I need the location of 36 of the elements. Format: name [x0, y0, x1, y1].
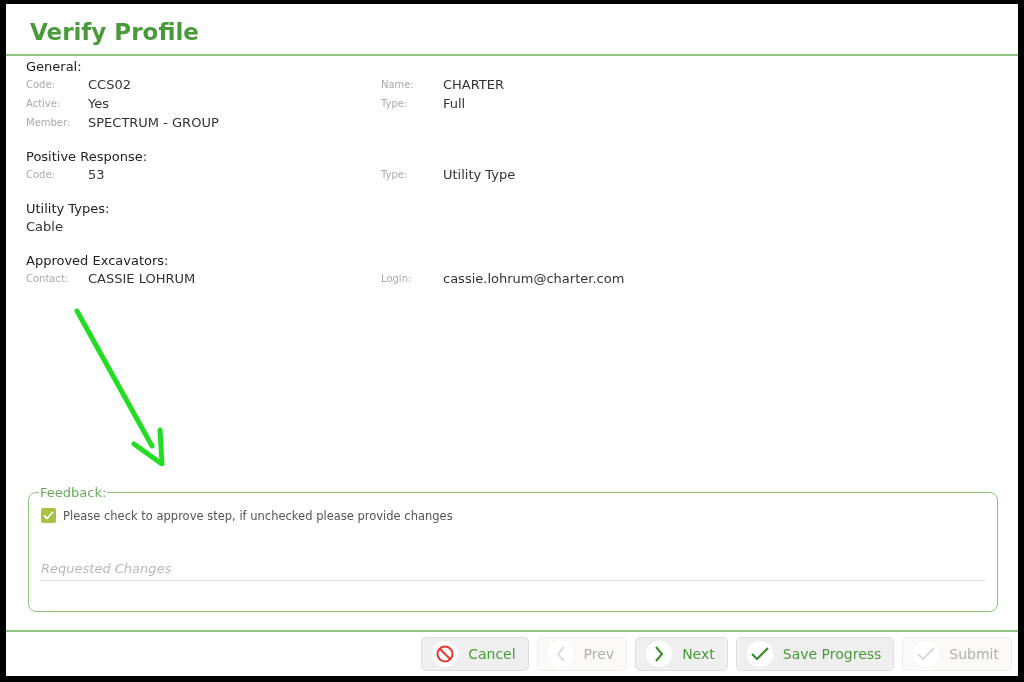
check-icon — [749, 646, 770, 662]
field-label: Code: — [26, 79, 56, 90]
field-label: Contact: — [26, 273, 70, 284]
field-value: SPECTRUM - GROUP — [88, 115, 219, 130]
field-label: Type: — [381, 98, 409, 109]
panel-legend: Feedback: — [39, 485, 108, 500]
section-heading: Utility Types: — [26, 200, 111, 217]
approve-checkbox[interactable] — [41, 508, 56, 523]
field-value: CASSIE LOHRUM — [88, 271, 196, 286]
field-value: CHARTER — [443, 77, 505, 92]
section-heading: Approved Excavators: — [26, 252, 170, 269]
field-label: Name: — [381, 79, 415, 90]
field-label: Member: — [26, 117, 72, 128]
section-heading: General: — [26, 58, 83, 75]
page-title: Verify Profile — [6, 4, 1018, 56]
checkbox-label: Please check to approve step, if unchecked please provide changes — [63, 508, 453, 523]
field-label: Active: — [26, 98, 62, 109]
field-label: Type: — [381, 169, 409, 180]
field-value: Full — [443, 96, 466, 111]
field-value: 53 — [88, 167, 105, 182]
check-icon — [916, 646, 937, 662]
field-value: CCS02 — [88, 77, 131, 92]
prohibited-icon — [435, 644, 456, 664]
field-value: Utility Type — [443, 167, 516, 182]
field-label: Code: — [26, 169, 56, 180]
field-value: Cable — [26, 218, 64, 236]
save-button[interactable]: Save Progress — [735, 637, 895, 671]
chevron-left-icon — [554, 645, 567, 663]
next-button[interactable]: Next — [635, 637, 728, 671]
field-value: cassie.lohrum@charter.com — [443, 271, 625, 286]
field-label: Login: — [381, 273, 413, 284]
chevron-right-icon — [653, 645, 666, 663]
field-value: Yes — [88, 96, 109, 111]
requested-changes-field[interactable]: Requested Changes — [41, 557, 985, 581]
cancel-button[interactable]: Cancel — [421, 637, 529, 671]
section-heading: Positive Response: — [26, 148, 149, 165]
